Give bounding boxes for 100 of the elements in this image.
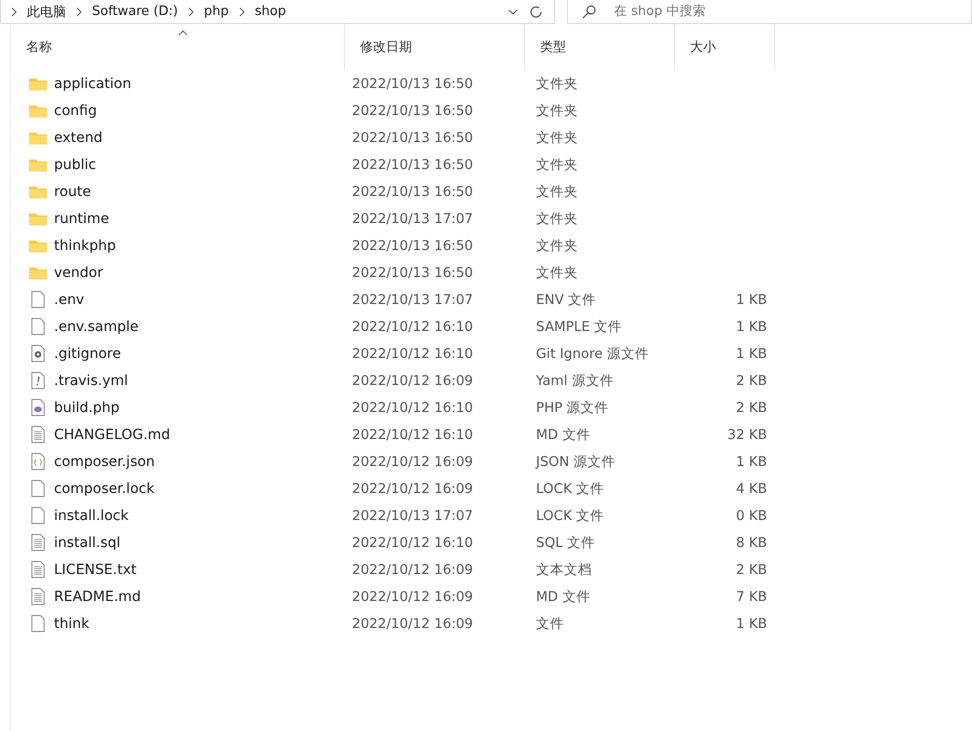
- refresh-icon[interactable]: [528, 4, 544, 20]
- breadcrumb-item[interactable]: shop: [254, 4, 286, 19]
- chevron-icon: [188, 6, 194, 16]
- size-cell-text: 1 KB: [735, 454, 768, 470]
- type-cell-text: 文件夹: [535, 264, 579, 282]
- size-cell-text: 1 KB: [735, 346, 768, 362]
- type-cell-text: 文件夹: [535, 182, 579, 200]
- file-name[interactable]: .env.sample: [54, 318, 138, 334]
- chevron-icon: [76, 6, 82, 16]
- type-cell-text: 文件夹: [535, 236, 579, 254]
- type-cell-text: 文件: [535, 614, 565, 632]
- file-name[interactable]: runtime: [54, 210, 110, 226]
- date-cell-text: 2022/10/12 16:09: [351, 616, 474, 632]
- file-name[interactable]: .gitignore: [54, 346, 121, 362]
- yaml-file-icon: [29, 372, 47, 389]
- breadcrumb-item[interactable]: 此电脑: [27, 2, 66, 20]
- date-cell-text: 2022/10/12 16:09: [351, 480, 474, 496]
- search-icon: [581, 4, 597, 20]
- column-header[interactable]: 大小: [675, 24, 775, 70]
- date-cell-text: 2022/10/13 17:07: [351, 508, 474, 524]
- file-name[interactable]: config: [54, 102, 97, 118]
- file-name[interactable]: route: [54, 184, 91, 200]
- breadcrumb-item[interactable]: Software (D:): [92, 4, 178, 19]
- file-name[interactable]: install.lock: [54, 508, 129, 524]
- type-cell-text: Yaml 源文件: [535, 372, 615, 390]
- chevron-icon: [11, 6, 17, 16]
- chevron-icon: [238, 6, 245, 16]
- file-icon: [29, 615, 47, 632]
- size-cell-text: 2 KB: [735, 372, 768, 388]
- json-file-icon: [29, 453, 47, 470]
- type-cell-text: PHP 源文件: [535, 398, 610, 416]
- file-icon: [29, 291, 47, 308]
- breadcrumb-item[interactable]: php: [204, 4, 229, 19]
- file-name[interactable]: install.sql: [54, 534, 120, 550]
- type-cell-text: SQL 文件: [535, 534, 596, 552]
- size-cell-text: 1 KB: [735, 292, 768, 308]
- file-name[interactable]: extend: [54, 130, 103, 146]
- type-cell-text: 文件夹: [535, 74, 579, 92]
- text-file-icon: [29, 588, 47, 605]
- size-cell-text: 1 KB: [735, 616, 768, 632]
- type-cell-text: MD 文件: [535, 588, 592, 606]
- file-name[interactable]: composer.lock: [54, 480, 154, 496]
- date-cell-text: 2022/10/13 16:50: [351, 264, 474, 280]
- file-name[interactable]: public: [54, 156, 96, 172]
- size-cell-text: 32 KB: [726, 426, 768, 442]
- size-cell-text: 1 KB: [735, 318, 768, 334]
- file-name[interactable]: thinkphp: [54, 238, 116, 254]
- file-name[interactable]: build.php: [54, 400, 120, 416]
- file-icon: [29, 480, 47, 497]
- type-cell-text: 文本文档: [535, 560, 593, 578]
- date-cell-text: 2022/10/13 17:07: [351, 210, 474, 226]
- type-cell-text: LOCK 文件: [535, 480, 606, 498]
- date-cell-text: 2022/10/12 16:10: [351, 318, 474, 334]
- address-bar[interactable]: 此电脑 Software (D:) php shop: [0, 0, 555, 24]
- date-cell-text: 2022/10/12 16:10: [351, 346, 474, 362]
- column-header[interactable]: 修改日期: [345, 24, 525, 70]
- column-header[interactable]: 类型: [525, 24, 675, 70]
- file-name[interactable]: vendor: [54, 264, 103, 280]
- date-cell-text: 2022/10/13 17:07: [351, 292, 474, 308]
- date-cell-text: 2022/10/12 16:09: [351, 588, 474, 604]
- search-field[interactable]: 在 shop 中搜索: [567, 0, 972, 24]
- type-cell-text: SAMPLE 文件: [535, 318, 624, 336]
- dropdown-icon[interactable]: [508, 8, 518, 14]
- file-name[interactable]: README.md: [54, 588, 141, 604]
- text-file-icon: [29, 561, 47, 578]
- text-file-icon: [29, 426, 47, 443]
- size-cell-text: 0 KB: [735, 508, 768, 524]
- date-cell-text: 2022/10/12 16:10: [351, 400, 474, 416]
- size-cell-text: 4 KB: [735, 480, 768, 496]
- file-name[interactable]: LICENSE.txt: [54, 562, 136, 578]
- file-name[interactable]: .travis.yml: [54, 372, 128, 388]
- text-file-icon: [29, 534, 47, 551]
- date-cell-text: 2022/10/13 16:50: [351, 184, 474, 200]
- date-cell-text: 2022/10/12 16:09: [351, 562, 474, 578]
- date-cell-text: 2022/10/13 16:50: [351, 238, 474, 254]
- type-cell-text: LOCK 文件: [535, 506, 606, 524]
- date-cell-text: 2022/10/12 16:09: [351, 454, 474, 470]
- file-name[interactable]: composer.json: [54, 454, 155, 470]
- date-cell-text: 2022/10/12 16:10: [351, 426, 474, 442]
- file-icon: [29, 507, 47, 524]
- file-name[interactable]: application: [54, 76, 132, 92]
- size-cell-text: 8 KB: [735, 534, 768, 550]
- date-cell-text: 2022/10/13 16:50: [351, 102, 474, 118]
- file-name[interactable]: think: [54, 616, 90, 632]
- type-cell-text: 文件夹: [535, 128, 579, 146]
- type-cell-text: 文件夹: [535, 210, 579, 228]
- file-name[interactable]: .env: [54, 292, 84, 308]
- type-cell-text: Git Ignore 源文件: [535, 344, 650, 362]
- date-cell-text: 2022/10/12 16:10: [351, 534, 474, 550]
- type-cell-text: 文件夹: [535, 156, 579, 174]
- size-cell-text: 2 KB: [735, 562, 768, 578]
- file-icon: [29, 318, 47, 335]
- date-cell-text: 2022/10/13 16:50: [351, 130, 474, 146]
- size-cell-text: 7 KB: [735, 588, 768, 604]
- file-name[interactable]: CHANGELOG.md: [54, 426, 170, 442]
- date-cell-text: 2022/10/13 16:50: [351, 156, 474, 172]
- type-cell-text: 文件夹: [535, 102, 579, 120]
- type-cell-text: MD 文件: [535, 426, 592, 444]
- date-cell-text: 2022/10/12 16:09: [351, 372, 474, 388]
- column-header[interactable]: 名称: [11, 24, 345, 70]
